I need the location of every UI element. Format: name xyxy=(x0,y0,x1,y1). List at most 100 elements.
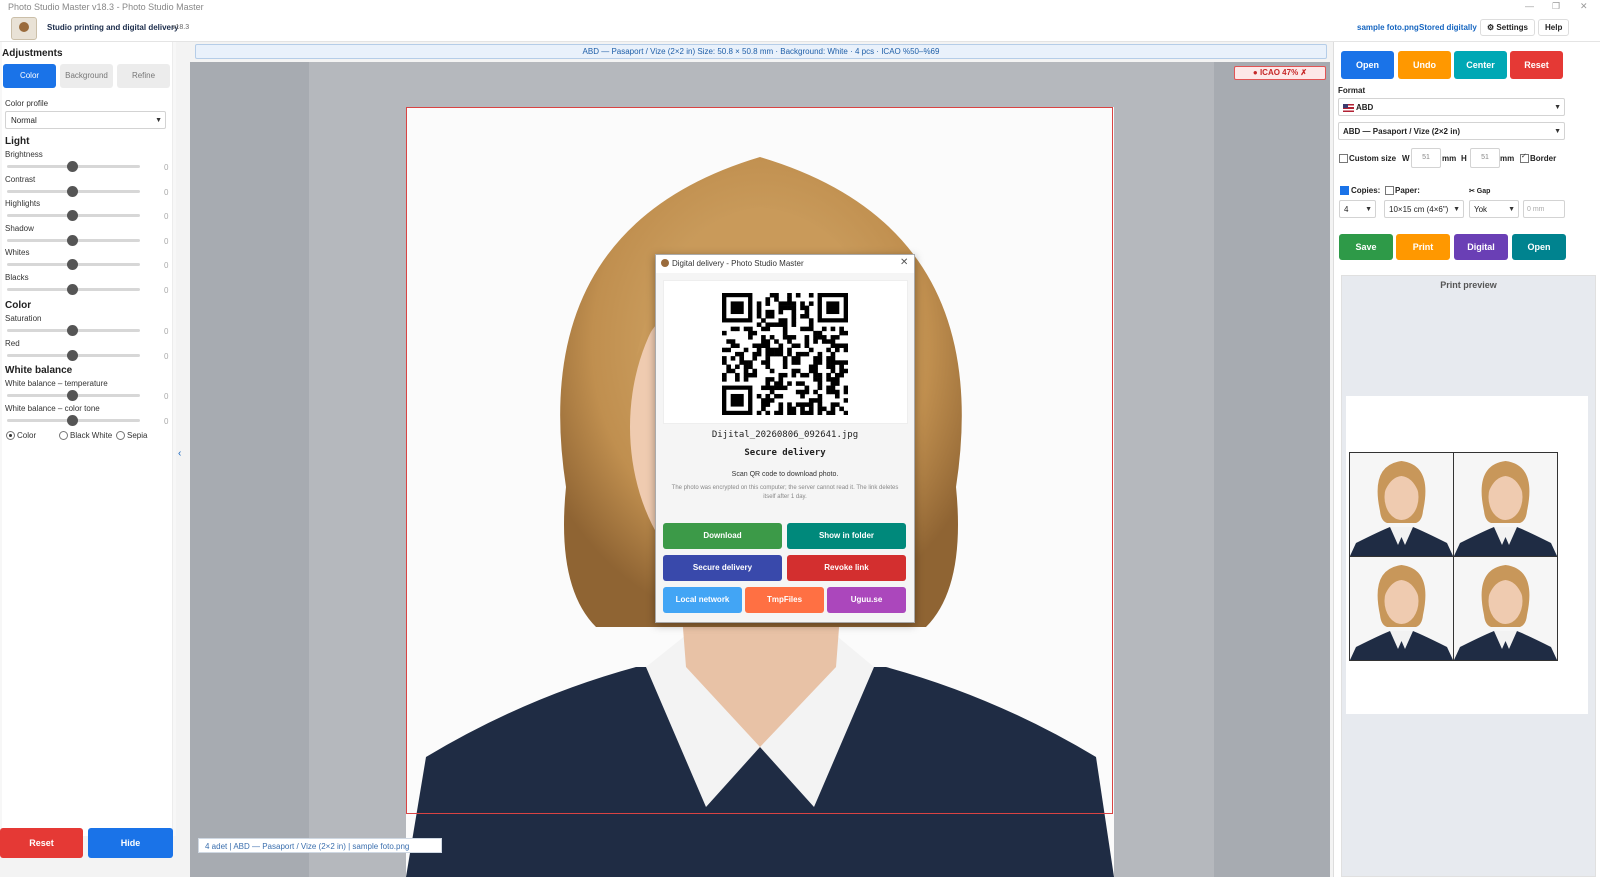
slider-thumb[interactable] xyxy=(67,349,78,361)
revoke-link-button[interactable]: Revoke link xyxy=(787,555,906,581)
show-in-folder-button[interactable]: Show in folder xyxy=(787,523,906,549)
slider-track[interactable] xyxy=(7,414,140,426)
gap-mm-input[interactable]: 0 mm xyxy=(1523,200,1565,218)
slider-track[interactable] xyxy=(7,259,140,271)
slider-value: 0 xyxy=(164,351,169,361)
color-profile-select[interactable]: Normal ▼ xyxy=(5,111,166,129)
minimize-icon[interactable]: — xyxy=(1525,1,1534,11)
dialog-title: Digital delivery - Photo Studio Master xyxy=(672,259,804,268)
slider-thumb[interactable] xyxy=(67,185,78,197)
collapse-panel-icon[interactable]: ‹ xyxy=(178,448,181,459)
slider-thumb[interactable] xyxy=(67,234,78,246)
slider-thumb[interactable] xyxy=(67,325,78,336)
slider-track[interactable] xyxy=(7,349,140,361)
digital-button[interactable]: Digital xyxy=(1454,234,1508,260)
print-button[interactable]: Print xyxy=(1396,234,1450,260)
custom-size-checkbox[interactable] xyxy=(1339,154,1348,163)
slider-thumb[interactable] xyxy=(67,390,78,401)
app-mini-icon xyxy=(661,259,669,267)
download-button[interactable]: Download xyxy=(663,523,782,549)
slider-value: 0 xyxy=(164,392,169,401)
print-sheet xyxy=(1346,396,1588,714)
slider-track[interactable] xyxy=(7,161,140,172)
stored-status-link[interactable]: Stored digitally xyxy=(1419,23,1477,32)
slider-label: Brightness xyxy=(5,150,43,159)
mode-color-label: Color xyxy=(17,431,37,440)
paper-checkbox[interactable] xyxy=(1385,186,1394,195)
copies-checkbox[interactable] xyxy=(1340,186,1349,195)
maximize-icon[interactable]: ❐ xyxy=(1552,1,1560,12)
slider-thumb[interactable] xyxy=(67,284,78,295)
slider-value: 0 xyxy=(164,286,169,295)
slider-track[interactable] xyxy=(7,185,140,197)
copies-value: 4 xyxy=(1344,205,1349,214)
slider-label: Saturation xyxy=(5,314,42,323)
color-profile-value: Normal xyxy=(11,116,37,125)
uguu-button[interactable]: Uguu.se xyxy=(827,587,906,613)
local-network-button[interactable]: Local network xyxy=(663,587,742,613)
app-version: v18.3 xyxy=(172,24,190,31)
height-input[interactable]: 51 xyxy=(1470,148,1500,168)
preview-photo xyxy=(1453,556,1558,661)
tab-color[interactable]: Color xyxy=(3,64,56,88)
close-window-icon[interactable]: ✕ xyxy=(1580,1,1588,12)
qr-code-icon xyxy=(722,293,848,415)
tab-refine[interactable]: Refine xyxy=(117,64,170,88)
secure-delivery-button[interactable]: Secure delivery xyxy=(663,555,782,581)
slider-track[interactable] xyxy=(7,390,140,401)
paper-select[interactable]: 10×15 cm (4×6") ▼ xyxy=(1384,200,1464,218)
undo-button[interactable]: Undo xyxy=(1398,51,1451,79)
slider-track[interactable] xyxy=(7,325,140,336)
format-info-bar: ABD — Pasaport / Vize (2×2 in) Size: 50.… xyxy=(195,44,1327,59)
output-panel: Open Undo Center Reset Format ABD ▼ ABD … xyxy=(1333,42,1600,877)
help-button[interactable]: Help xyxy=(1538,19,1570,36)
close-icon[interactable]: ✕ xyxy=(900,257,908,268)
gear-icon: ⚙ xyxy=(1487,23,1495,32)
width-label: W xyxy=(1402,154,1410,163)
open-button[interactable]: Open xyxy=(1341,51,1394,79)
status-bar: 4 adet | ABD — Pasaport / Vize (2×2 in) … xyxy=(198,838,442,853)
delivery-note: The photo was encrypted on this computer… xyxy=(671,485,899,500)
slider-track[interactable] xyxy=(7,234,140,246)
gap-select[interactable]: Yok ▼ xyxy=(1469,200,1519,218)
mode-color-radio[interactable] xyxy=(6,431,15,440)
height-label: H xyxy=(1461,154,1467,163)
us-flag-icon xyxy=(1343,103,1354,112)
reset-right-button[interactable]: Reset xyxy=(1510,51,1563,79)
custom-size-label: Custom size xyxy=(1349,154,1397,163)
slider-label: Whites xyxy=(5,248,30,258)
slider-track[interactable] xyxy=(7,284,140,295)
settings-label: Settings xyxy=(1496,23,1528,32)
chevron-down-icon: ▼ xyxy=(1554,104,1561,111)
height-unit: mm xyxy=(1500,154,1515,163)
mode-sepia-radio[interactable] xyxy=(116,431,125,440)
slider-thumb[interactable] xyxy=(67,161,78,172)
country-select[interactable]: ABD ▼ xyxy=(1338,98,1565,116)
copies-select[interactable]: 4 ▼ xyxy=(1339,200,1376,218)
width-input[interactable]: 51 xyxy=(1411,148,1441,168)
print-preview: Print preview xyxy=(1341,275,1596,877)
tmpfiles-button[interactable]: TmpFiles xyxy=(745,587,824,613)
format-select[interactable]: ABD — Pasaport / Vize (2×2 in) ▼ xyxy=(1338,122,1565,140)
slider-thumb[interactable] xyxy=(67,210,78,222)
width-unit: mm xyxy=(1442,154,1457,163)
tab-background[interactable]: Background xyxy=(60,64,113,88)
border-checkbox[interactable]: ✓ xyxy=(1520,153,1529,163)
settings-button[interactable]: ⚙ Settings xyxy=(1480,19,1535,36)
digital-delivery-dialog: Digital delivery - Photo Studio Master ✕… xyxy=(655,254,915,623)
slider-label: Contrast xyxy=(5,174,36,184)
open-output-button[interactable]: Open xyxy=(1512,234,1566,260)
print-preview-title: Print preview xyxy=(1440,280,1497,290)
save-button[interactable]: Save xyxy=(1339,234,1393,260)
slider-track[interactable] xyxy=(7,210,140,222)
app-logo xyxy=(11,17,37,40)
current-file-link[interactable]: sample foto.png xyxy=(1357,23,1419,32)
slider-value: 0 xyxy=(164,261,169,271)
reset-button[interactable]: Reset xyxy=(0,828,83,858)
mode-bw-radio[interactable] xyxy=(59,431,68,440)
slider-thumb[interactable] xyxy=(67,414,78,426)
adjustments-card: Adjustments Color Background Refine Colo… xyxy=(2,42,173,836)
slider-thumb[interactable] xyxy=(67,259,78,271)
hide-button[interactable]: Hide xyxy=(88,828,173,858)
center-button[interactable]: Center xyxy=(1454,51,1507,79)
